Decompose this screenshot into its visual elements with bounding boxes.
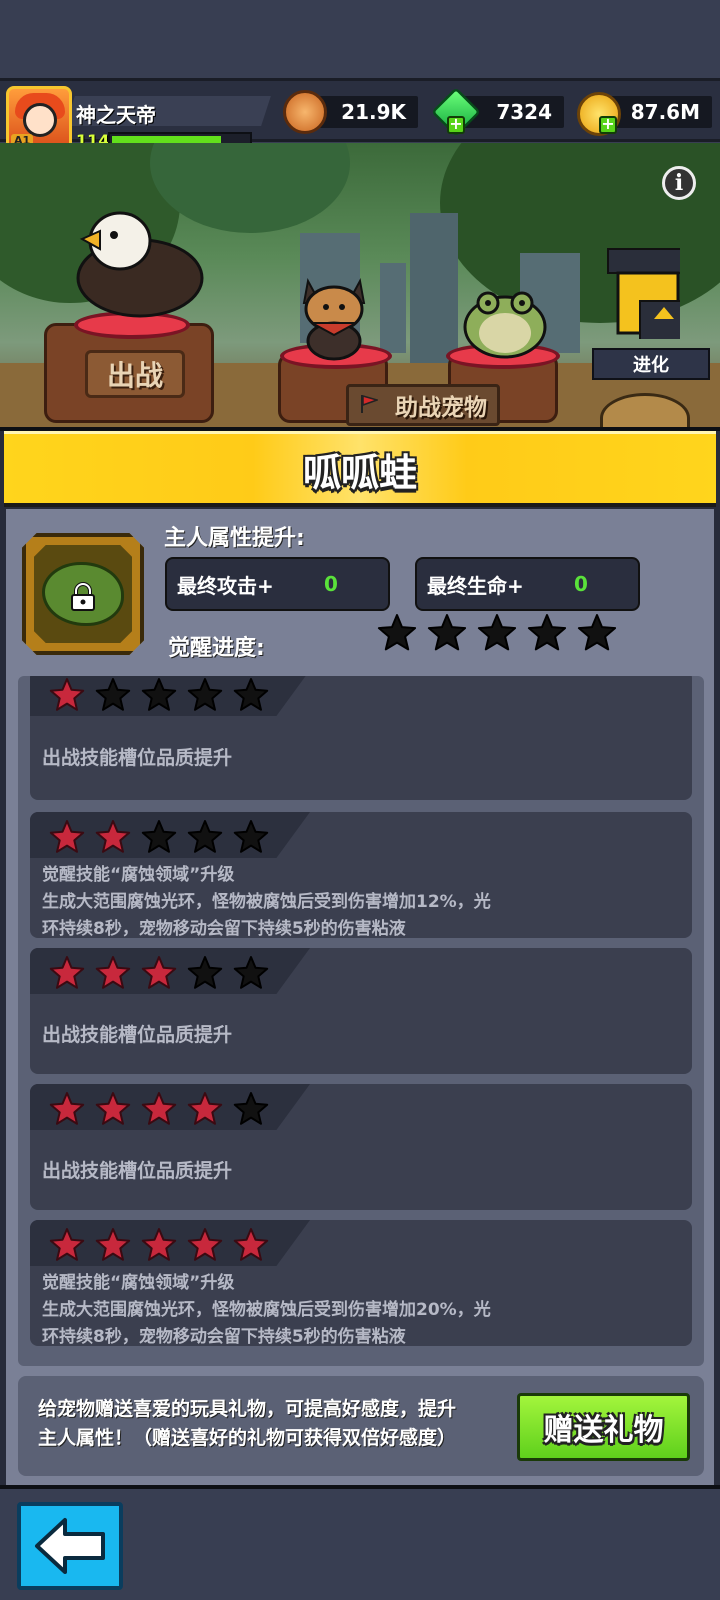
avatar-face <box>23 103 57 137</box>
lock-icon <box>71 582 95 611</box>
final-attack-value: 0 <box>324 572 338 596</box>
tier-card: 出战技能槽位品质提升 <box>30 1084 692 1210</box>
tier-star-filled-icon <box>95 820 131 853</box>
awaken-tier-list[interactable]: 出战技能槽位品质提升 觉醒技能“腐蚀领域”升级 生成大范围腐蚀光环，怪物被腐蚀后… <box>18 676 704 1366</box>
coin-face-icon <box>283 90 327 134</box>
tier-star-empty-icon <box>187 820 223 853</box>
final-hp-stat: 最终生命+ <box>415 557 640 611</box>
tier-star-filled-icon <box>95 1228 131 1261</box>
tier-card: 觉醒技能“腐蚀领域”升级 生成大范围腐蚀光环，怪物被腐蚀后受到伤害增加20%，光… <box>30 1220 692 1346</box>
tier-star-filled-icon <box>49 678 85 711</box>
pet-name: 呱呱蛙 <box>302 451 417 495</box>
back-button[interactable] <box>17 1502 123 1590</box>
awaken-star-icon <box>527 614 566 651</box>
frog-pet-icon[interactable] <box>460 283 550 361</box>
tier-star-empty-icon <box>95 678 131 711</box>
tier-star-filled-icon <box>49 1228 85 1261</box>
stat-label: 最终生命+ <box>427 573 524 598</box>
battle-button[interactable]: 出战 <box>85 350 185 398</box>
tier-star-filled-icon <box>95 1092 131 1125</box>
final-hp-value: 0 <box>574 572 588 596</box>
tier-line: 出战技能槽位品质提升 <box>42 1160 233 1182</box>
evolve-button[interactable]: 进化 <box>592 348 710 380</box>
final-attack-stat: 最终攻击+ <box>165 557 390 611</box>
tier-star-filled-icon <box>141 1092 177 1125</box>
tier-star-filled-icon <box>233 1228 269 1261</box>
awaken-star-icon <box>477 614 516 651</box>
player-name: 神之天帝 <box>76 103 156 127</box>
add-gold-plus-icon[interactable]: + <box>599 116 617 134</box>
tier-card: 出战技能槽位品质提升 <box>30 948 692 1074</box>
tier-star-empty-icon <box>141 678 177 711</box>
tier-star-filled-icon <box>95 956 131 989</box>
tier-star-filled-icon <box>187 1228 223 1261</box>
tier-line: 出战技能槽位品质提升 <box>42 1024 233 1046</box>
tier-star-filled-icon <box>141 1228 177 1261</box>
status-strip <box>0 0 720 80</box>
gift-description: 给宠物赠送喜爱的玩具礼物，可提高好感度，提升 主人属性！（赠送喜好的礼物可获得双… <box>38 1395 508 1453</box>
tier-line: 出战技能槽位品质提升 <box>42 747 233 769</box>
awaken-progress-label: 觉醒进度: <box>168 636 265 661</box>
tier-star-empty-icon <box>233 820 269 853</box>
tier-star-filled-icon <box>141 956 177 989</box>
send-gift-button[interactable]: 赠送礼物 <box>517 1393 690 1461</box>
resource-value: 7324 <box>496 100 552 124</box>
tier-line: 环持续8秒，宠物移动会留下持续5秒的伤害粘液 <box>42 1327 406 1346</box>
tier-line: 觉醒技能“腐蚀领域”升级 <box>42 865 235 885</box>
tier-star-filled-icon <box>49 820 85 853</box>
tier-star-empty-icon <box>233 1092 269 1125</box>
awaken-star-icon <box>427 614 466 651</box>
add-gems-plus-icon[interactable]: + <box>447 116 465 134</box>
awaken-star-icon <box>377 614 416 651</box>
dog-pet-icon[interactable] <box>290 271 380 361</box>
back-arrow-icon <box>35 1518 105 1574</box>
owner-attribute-title: 主人属性提升: <box>164 526 305 551</box>
gift-text-line: 主人属性！（赠送喜好的礼物可获得双倍好感度） <box>38 1427 457 1449</box>
city-building <box>410 213 458 363</box>
resource-value: 21.9K <box>341 100 406 124</box>
assist-pet-label: 助战宠物 <box>395 395 487 421</box>
tier-line: 生成大范围腐蚀光环，怪物被腐蚀后受到伤害增加12%，光 <box>42 892 491 912</box>
tier-line: 生成大范围腐蚀光环，怪物被腐蚀后受到伤害增加20%，光 <box>42 1300 491 1320</box>
gift-text-line: 给宠物赠送喜爱的玩具礼物，可提高好感度，提升 <box>38 1398 457 1420</box>
resource-value: 87.6M <box>630 100 700 124</box>
tier-line: 环持续8秒，宠物移动会留下持续5秒的伤害粘液 <box>42 919 406 938</box>
flag-icon <box>361 395 378 413</box>
tier-star-filled-icon <box>49 956 85 989</box>
awaken-star-icon <box>577 614 616 651</box>
tier-star-empty-icon <box>187 956 223 989</box>
city-building <box>380 263 406 353</box>
stat-label: 最终攻击+ <box>177 573 274 598</box>
tier-card: 觉醒技能“腐蚀领域”升级 生成大范围腐蚀光环，怪物被腐蚀后受到伤害增加12%，光… <box>30 812 692 938</box>
tier-star-empty-icon <box>141 820 177 853</box>
tier-star-empty-icon <box>233 956 269 989</box>
tier-card: 出战技能槽位品质提升 <box>30 676 692 800</box>
tier-star-filled-icon <box>187 1092 223 1125</box>
tier-line: 觉醒技能“腐蚀领域”升级 <box>42 1273 235 1293</box>
info-icon[interactable]: i <box>662 166 696 200</box>
tier-star-filled-icon <box>49 1092 85 1125</box>
eagle-pet-icon[interactable] <box>60 203 210 323</box>
tier-star-empty-icon <box>187 678 223 711</box>
evolve-machine-icon <box>607 248 680 339</box>
tier-star-empty-icon <box>233 678 269 711</box>
